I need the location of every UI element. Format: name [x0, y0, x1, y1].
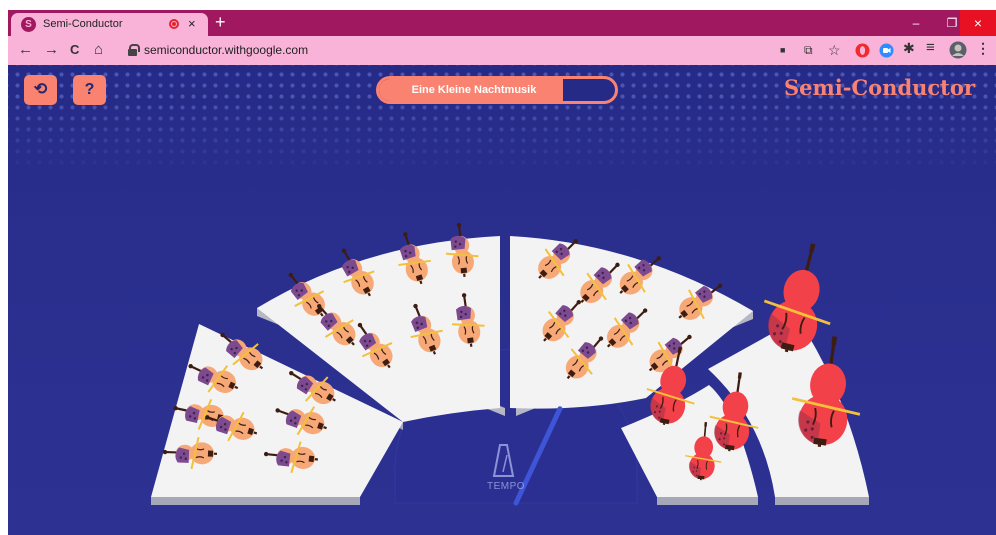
browser-menu-icon[interactable]: ⋮: [976, 40, 990, 56]
address-bar[interactable]: semiconductor.withgoogle.com: [118, 39, 768, 62]
tab-favicon-icon: S: [21, 17, 36, 32]
browser-toolbar: ← → C ⌂ semiconductor.withgoogle.com ■ ⧉…: [8, 36, 996, 65]
bookmark-star-icon[interactable]: ☆: [828, 42, 841, 58]
window-close-button[interactable]: ×: [960, 10, 996, 36]
media-control-icon[interactable]: ≡: [926, 40, 935, 56]
stage-shadow-left: [151, 497, 360, 505]
zoom-extension-icon[interactable]: [879, 43, 894, 58]
tab-title: Semi-Conductor: [43, 18, 123, 30]
lock-icon: [128, 44, 140, 56]
tab-close-button[interactable]: ×: [188, 16, 196, 31]
opera-extension-icon[interactable]: [855, 43, 870, 58]
camera-icon[interactable]: ■: [780, 42, 785, 58]
new-tab-button[interactable]: +: [215, 12, 226, 32]
browser-tab[interactable]: S Semi-Conductor ×: [11, 13, 208, 36]
recording-indicator-icon: [169, 19, 179, 29]
orchestra-stage: [151, 220, 872, 506]
extensions-puzzle-icon[interactable]: ✱: [903, 40, 915, 56]
forward-button[interactable]: →: [44, 41, 59, 59]
back-button[interactable]: ←: [18, 41, 33, 59]
tempo-label: TEMPO: [487, 481, 526, 492]
home-button[interactable]: ⌂: [94, 41, 103, 59]
reload-button[interactable]: C: [70, 41, 79, 59]
stage-shadow-far-right: [775, 497, 869, 505]
stage-shadow-right: [657, 497, 758, 505]
semi-conductor-page: ⟲ ? Eine Kleine Nachtmusik Semi-Conducto…: [8, 65, 996, 535]
translate-icon[interactable]: ⧉: [804, 42, 813, 58]
browser-tab-bar: S Semi-Conductor × + – ❐ ×: [8, 10, 996, 36]
profile-avatar[interactable]: [949, 41, 967, 59]
url-text: semiconductor.withgoogle.com: [144, 43, 309, 57]
